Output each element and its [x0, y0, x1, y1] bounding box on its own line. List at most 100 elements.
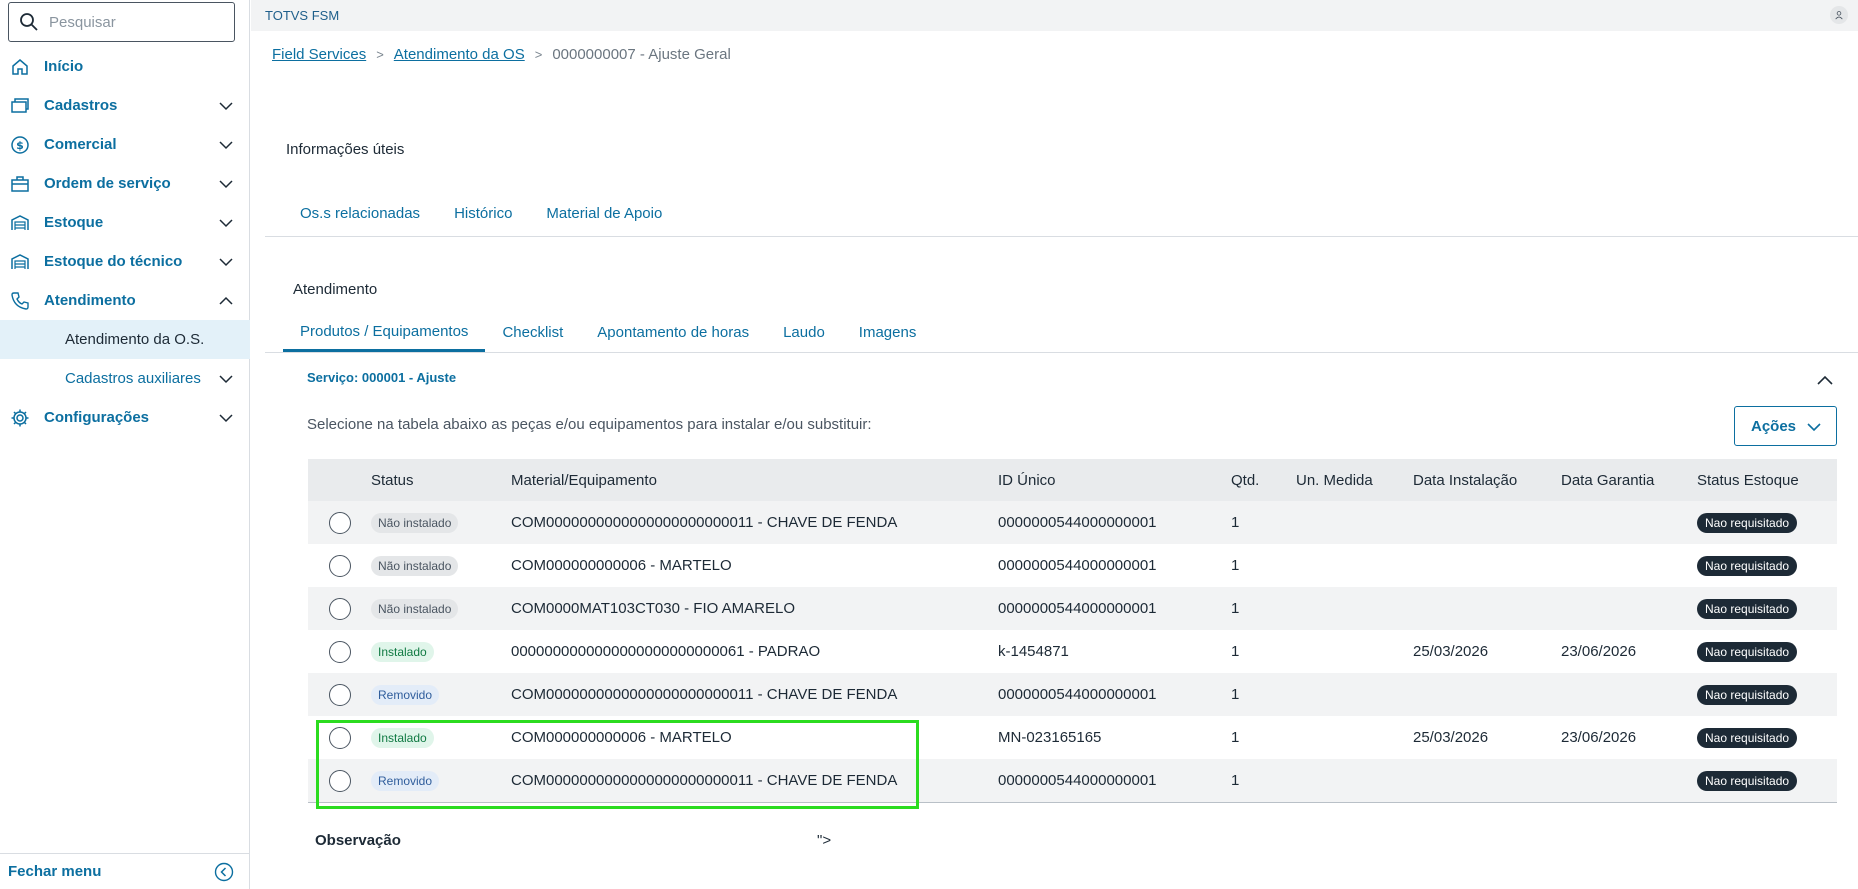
qtd-cell: 1: [1231, 643, 1240, 660]
warehouse-icon: [10, 213, 30, 233]
row-radio[interactable]: [328, 769, 351, 792]
id-cell: 0000000544000000001: [998, 772, 1157, 789]
table-row[interactable]: Não instalado COM0000MAT103CT030 - FIO A…: [308, 587, 1837, 630]
row-radio[interactable]: [328, 640, 351, 663]
id-cell: 0000000544000000001: [998, 514, 1157, 531]
table-row[interactable]: Instalado 0000000000000000000000000061 -…: [308, 630, 1837, 673]
table-row[interactable]: Não instalado COM000000000006 - MARTELO …: [308, 544, 1837, 587]
qtd-cell: 1: [1231, 729, 1240, 746]
table-row[interactable]: Não instalado COM00000000000000000000000…: [308, 501, 1837, 544]
qtd-cell: 1: [1231, 557, 1240, 574]
tab-checklist[interactable]: Checklist: [485, 313, 580, 352]
tab-imagens[interactable]: Imagens: [842, 313, 934, 352]
data-garantia-cell: 23/06/2026: [1561, 643, 1637, 660]
sidebar-subitem-cadastros-auxiliares[interactable]: Cadastros auxiliares: [0, 359, 250, 398]
header-qtd[interactable]: Qtd.: [1231, 472, 1296, 489]
chevron-right-icon: >: [534, 47, 543, 62]
sidebar-item-inicio[interactable]: Início: [0, 47, 250, 86]
tab-apontamento-horas[interactable]: Apontamento de horas: [580, 313, 766, 352]
table-row[interactable]: Removido COM0000000000000000000000011 - …: [308, 759, 1837, 802]
app-title: TOTVS FSM: [265, 8, 340, 23]
table-body: Não instalado COM00000000000000000000000…: [308, 501, 1837, 803]
breadcrumb-link-field-services[interactable]: Field Services: [272, 46, 366, 63]
id-cell: 0000000544000000001: [998, 557, 1157, 574]
dollar-icon: $: [10, 135, 30, 155]
header-material[interactable]: Material/Equipamento: [511, 472, 998, 489]
actions-label: Ações: [1751, 417, 1797, 435]
header-status[interactable]: Status: [371, 472, 511, 489]
row-radio[interactable]: [328, 554, 351, 577]
header-data-instalacao[interactable]: Data Instalação: [1413, 472, 1561, 489]
header-status-estoque[interactable]: Status Estoque: [1697, 472, 1837, 489]
table-row[interactable]: Instalado COM000000000006 - MARTELO MN-0…: [308, 716, 1837, 759]
sidebar-item-label: Comercial: [44, 136, 117, 153]
row-radio[interactable]: [328, 683, 351, 706]
sidebar-subitem-atendimento-os[interactable]: Atendimento da O.S.: [0, 320, 250, 359]
status-cell: Instalado: [371, 727, 511, 748]
data-garantia-cell: 23/06/2026: [1561, 729, 1637, 746]
status-cell: Não instalado: [371, 598, 511, 619]
header-un-medida[interactable]: Un. Medida: [1296, 472, 1413, 489]
cards-icon: [10, 96, 30, 116]
tab-produtos-equipamentos[interactable]: Produtos / Equipamentos: [283, 313, 486, 352]
status-estoque-cell: Nao requisitado: [1697, 642, 1837, 662]
status-badge: Removido: [371, 770, 440, 791]
chevron-down-icon: [219, 414, 233, 423]
collapse-menu-icon[interactable]: [214, 862, 234, 882]
products-table: Status Material/Equipamento ID Único Qtd…: [308, 459, 1837, 803]
header-data-garantia[interactable]: Data Garantia: [1561, 472, 1697, 489]
sidebar-item-label: Configurações: [44, 409, 150, 426]
stock-status-badge: Nao requisitado: [1697, 771, 1798, 791]
sidebar-item-atendimento[interactable]: Atendimento: [0, 281, 250, 320]
row-radio[interactable]: [328, 726, 351, 749]
header-id-unico[interactable]: ID Único: [998, 472, 1231, 489]
search-input[interactable]: [49, 13, 219, 31]
qtd-cell: 1: [1231, 686, 1240, 703]
status-cell: Não instalado: [371, 555, 511, 576]
status-cell: Removido: [371, 770, 511, 791]
sidebar-item-label: Estoque: [44, 214, 104, 231]
row-radio[interactable]: [328, 511, 351, 534]
chevron-up-icon[interactable]: [1815, 370, 1835, 390]
status-badge: Não instalado: [371, 512, 459, 533]
row-select-cell: [308, 554, 371, 577]
sidebar-item-comercial[interactable]: $ Comercial: [0, 125, 250, 164]
tab-material-apoio[interactable]: Material de Apoio: [529, 200, 679, 226]
close-menu-button[interactable]: Fechar menu: [0, 853, 250, 889]
tab-laudo[interactable]: Laudo: [766, 313, 842, 352]
search-box[interactable]: [8, 2, 235, 42]
row-select-cell: [308, 511, 371, 534]
sidebar-item-estoque-tecnico[interactable]: Estoque do técnico: [0, 242, 250, 281]
status-badge: Instalado: [371, 641, 434, 662]
stock-status-badge: Nao requisitado: [1697, 513, 1798, 533]
status-estoque-cell: Nao requisitado: [1697, 685, 1837, 705]
sidebar-item-label: Atendimento: [44, 292, 136, 309]
sidebar-item-ordem-servico[interactable]: Ordem de serviço: [0, 164, 250, 203]
row-select-cell: [308, 726, 371, 749]
chevron-down-icon: [219, 375, 233, 384]
breadcrumb-link-atendimento-os[interactable]: Atendimento da OS: [394, 46, 525, 63]
gear-icon: [10, 408, 30, 428]
atendimento-tabs: Produtos / Equipamentos Checklist Aponta…: [283, 313, 933, 352]
material-cell: COM0000000000000000000000011 - CHAVE DE …: [511, 514, 898, 531]
sidebar-item-estoque[interactable]: Estoque: [0, 203, 250, 242]
briefcase-icon: [10, 174, 30, 194]
table-row[interactable]: Removido COM0000000000000000000000011 - …: [308, 673, 1837, 716]
tab-os-relacionadas[interactable]: Os.s relacionadas: [283, 200, 437, 226]
tab-historico[interactable]: Histórico: [437, 200, 529, 226]
user-avatar-icon[interactable]: [1830, 6, 1848, 24]
row-radio[interactable]: [328, 597, 351, 620]
table-header: Status Material/Equipamento ID Único Qtd…: [308, 459, 1837, 501]
app-root: Início Cadastros $ Comercial Ordem de se…: [0, 0, 1858, 889]
sidebar-item-label: Cadastros: [44, 97, 118, 114]
data-instalacao-cell: 25/03/2026: [1413, 729, 1489, 746]
observacao-label: Observação: [315, 832, 401, 849]
sidebar-item-cadastros[interactable]: Cadastros: [0, 86, 250, 125]
home-icon: [10, 57, 30, 77]
actions-button[interactable]: Ações: [1734, 406, 1837, 446]
row-select-cell: [308, 640, 371, 663]
search-icon: [20, 13, 38, 31]
service-title[interactable]: Serviço: 000001 - Ajuste: [307, 370, 456, 385]
sidebar-item-configuracoes[interactable]: Configurações: [0, 398, 250, 437]
qtd-cell: 1: [1231, 514, 1240, 531]
